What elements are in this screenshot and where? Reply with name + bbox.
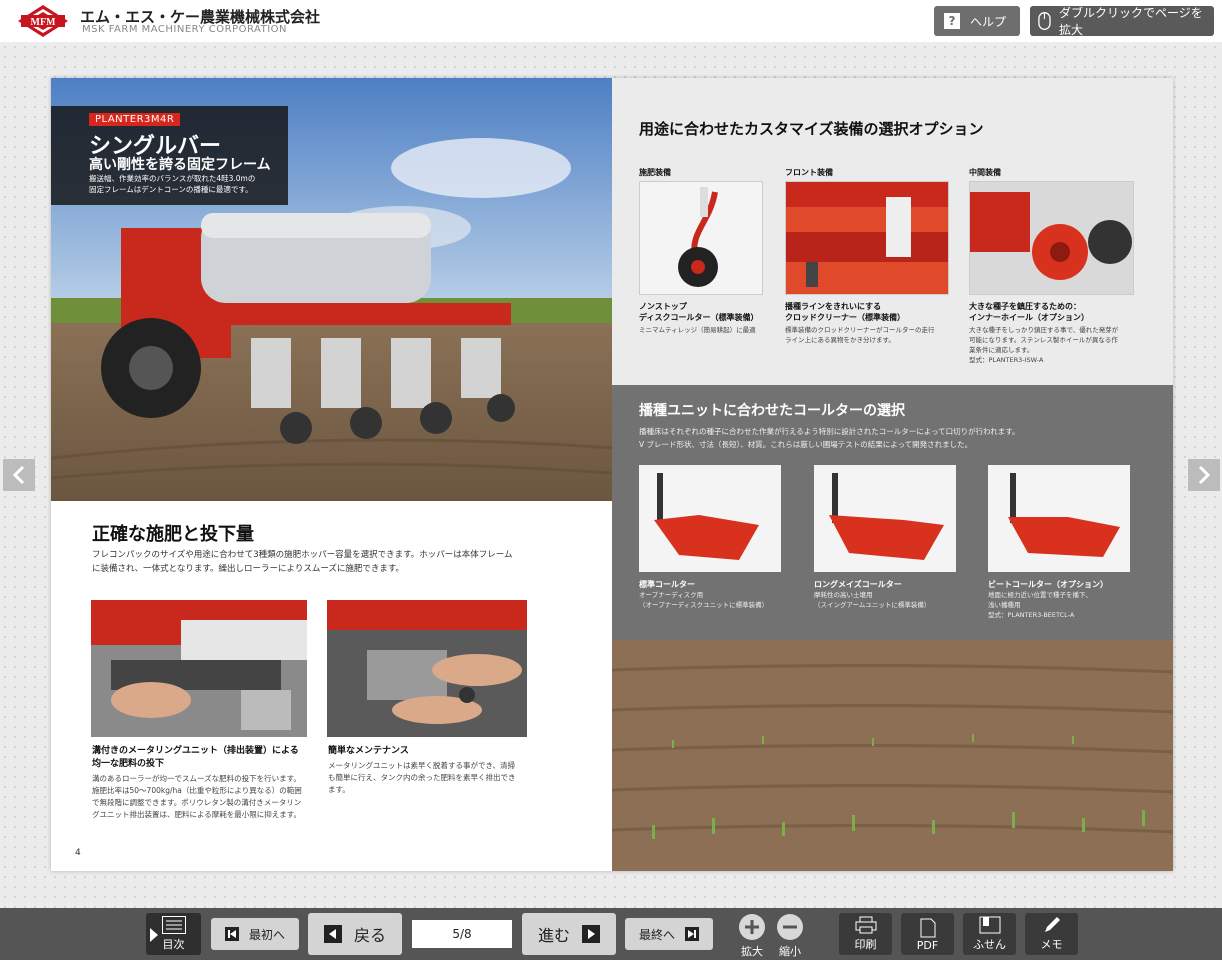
zoom-hint-label: ダブルクリックでページを拡大 bbox=[1058, 6, 1203, 37]
pdf-file-icon bbox=[920, 918, 935, 938]
help-icon: ? bbox=[944, 13, 960, 29]
double-click-zoom-hint-button[interactable]: ダブルクリックでページを拡大 bbox=[1030, 6, 1214, 37]
last-page-label: 最終へ bbox=[638, 927, 675, 942]
arrow-left-icon bbox=[323, 925, 342, 943]
maintenance-caption-title: 簡単なメンテナンス bbox=[328, 746, 409, 756]
company-name-en: MSK FARM MACHINERY CORPORATION bbox=[82, 24, 287, 35]
option-title: 大きな種子を鎮圧するための： インナーホイール（オプション） bbox=[969, 302, 1089, 322]
option-title: 播種ラインをきれいにする クロッドクリーナー（標準装備） bbox=[785, 302, 905, 322]
soil-field-photo bbox=[612, 640, 1173, 871]
next-button[interactable]: 進む bbox=[522, 913, 616, 955]
pdf-button[interactable]: PDF bbox=[901, 913, 954, 955]
help-label: ヘルプ bbox=[970, 14, 1007, 29]
last-page-button[interactable]: 最終へ bbox=[625, 918, 713, 950]
page-indicator: 5/8 bbox=[452, 927, 472, 941]
mfm-logo: MFM bbox=[18, 5, 68, 37]
inner-wheel-photo bbox=[969, 181, 1134, 295]
back-button[interactable]: 戻る bbox=[308, 913, 402, 955]
print-label: 印刷 bbox=[854, 938, 877, 951]
toc-caret-icon bbox=[150, 928, 158, 942]
zoom-in-label: 拡大 bbox=[741, 945, 763, 958]
right-page: 用途に合わせたカスタマイズ装備の選択オプション 施肥装備 ノンストップ ディスク… bbox=[612, 78, 1173, 871]
plus-icon bbox=[745, 920, 759, 934]
fertilizer-section-body: フレコンパックのサイズや用途に合わせて3種類の施肥ホッパー容量を選択できます。ホ… bbox=[92, 550, 513, 574]
top-bar: MFM エム・エス・ケー農業機械株式会社 MSK FARM MACHINERY … bbox=[0, 0, 1222, 43]
metering-unit-photo bbox=[91, 600, 307, 737]
option-category: 中間装備 bbox=[969, 168, 1001, 177]
standard-coulter-photo bbox=[639, 465, 781, 572]
option-text: 標準装備のクロッドクリーナーがコールターの走行 ライン上にある異物をかき分けます… bbox=[785, 326, 935, 344]
back-label: 戻る bbox=[353, 926, 386, 945]
coulter-caption-text: オープナーディスク用 （オープナーディスクユニットに標準装備） bbox=[639, 591, 769, 609]
coulter-section: 播種ユニットに合わせたコールターの選択 播種床はそれぞれの種子に合わせた作業が行… bbox=[612, 385, 1173, 640]
arrow-right-icon bbox=[582, 925, 600, 943]
catalog-spread[interactable]: PLANTER3M4R シングルバー 高い剛性を誇る固定フレーム 搬送幅、作業効… bbox=[51, 78, 1173, 871]
mouse-icon bbox=[1038, 12, 1051, 30]
zoom-out-label: 縮小 bbox=[779, 945, 801, 958]
list-icon bbox=[161, 916, 186, 934]
skip-last-icon bbox=[685, 927, 699, 941]
memo-label: メモ bbox=[1040, 938, 1063, 951]
help-button[interactable]: ? ヘルプ bbox=[934, 6, 1020, 36]
sticky-note-button[interactable]: ふせん bbox=[963, 913, 1016, 955]
hero-description: 搬送幅、作業効率のバランスが取れた4畦3.0mの 固定フレームはデントコーンの播… bbox=[89, 174, 256, 194]
option-text: ミニマムティレッジ（簡易耕起）に最適 bbox=[639, 326, 756, 334]
maintenance-caption-text: メータリングユニットは素早く脱着する事ができ、清掃 も簡単に行え、タンク内の余っ… bbox=[328, 761, 516, 794]
options-title: 用途に合わせたカスタマイズ装備の選択オプション bbox=[639, 120, 984, 138]
next-page-arrow[interactable] bbox=[1188, 459, 1220, 491]
zoom-in-button[interactable] bbox=[739, 914, 765, 940]
option-text: 大きな種子をしっかり鎮圧する事で、優れた発芽が 可能になります。ステンレス製ホイ… bbox=[969, 326, 1119, 364]
first-page-button[interactable]: 最初へ bbox=[211, 918, 299, 950]
maintenance-photo bbox=[327, 600, 527, 737]
coulter-caption-text: 摩耗性の高い土壌用 （スイングアームユニットに標準装備） bbox=[814, 591, 931, 609]
sticky-note-icon bbox=[979, 916, 1000, 934]
memo-button[interactable]: メモ bbox=[1025, 913, 1078, 955]
chevron-left-icon bbox=[12, 465, 25, 485]
coulter-body: 播種床はそれぞれの種子に合わせた作業が行えるよう特別に設計されたコールターによっ… bbox=[639, 427, 1020, 449]
beet-coulter-photo bbox=[988, 465, 1130, 572]
metering-caption-title: 溝付きのメータリングユニット（排出装置）による 均一な肥料の投下 bbox=[92, 746, 299, 769]
fertilizer-section-title: 正確な施肥と投下量 bbox=[92, 524, 254, 545]
printer-icon bbox=[855, 916, 876, 934]
clod-cleaner-photo bbox=[785, 181, 949, 295]
sticky-note-label: ふせん bbox=[973, 938, 1006, 951]
next-label: 進む bbox=[537, 926, 570, 945]
page-indicator-field[interactable]: 5/8 bbox=[412, 920, 512, 948]
long-maize-coulter-photo bbox=[814, 465, 956, 572]
coulter-title: 播種ユニットに合わせたコールターの選択 bbox=[639, 403, 905, 419]
option-category: 施肥装備 bbox=[639, 168, 671, 177]
model-tag: PLANTER3M4R bbox=[89, 113, 181, 126]
page-number: 4 bbox=[75, 848, 81, 858]
coulter-caption-text: 地面に極力近い位置で種子を播下、 浅い播種用 型式：PLANTER3-BEETC… bbox=[988, 591, 1092, 619]
metering-caption-text: 溝のあるローラーが均一でスムーズな肥料の投下を行います。 施肥比率は50～700… bbox=[92, 774, 302, 819]
hero-subtitle: 高い剛性を誇る固定フレーム bbox=[89, 157, 271, 173]
pdf-label: PDF bbox=[916, 939, 939, 952]
pencil-icon bbox=[1044, 917, 1060, 932]
skip-first-icon bbox=[224, 927, 239, 941]
first-page-label: 最初へ bbox=[248, 927, 285, 942]
prev-page-arrow[interactable] bbox=[3, 459, 35, 491]
option-category: フロント装備 bbox=[785, 168, 833, 177]
bottom-toolbar: 目次 最初へ 戻る 5/8 進む 最終へ 拡大 縮小 印刷 PDF ふせん メモ bbox=[0, 908, 1222, 960]
logo-text: MFM bbox=[31, 17, 57, 28]
minus-icon bbox=[783, 925, 797, 929]
option-title: ノンストップ ディスクコールター（標準装備） bbox=[639, 302, 759, 322]
print-button[interactable]: 印刷 bbox=[839, 913, 892, 955]
disc-coulter-photo bbox=[639, 181, 763, 295]
toc-label: 目次 bbox=[162, 938, 185, 951]
chevron-right-icon bbox=[1198, 465, 1211, 485]
left-page: PLANTER3M4R シングルバー 高い剛性を誇る固定フレーム 搬送幅、作業効… bbox=[51, 78, 612, 871]
zoom-out-button[interactable] bbox=[777, 914, 803, 940]
